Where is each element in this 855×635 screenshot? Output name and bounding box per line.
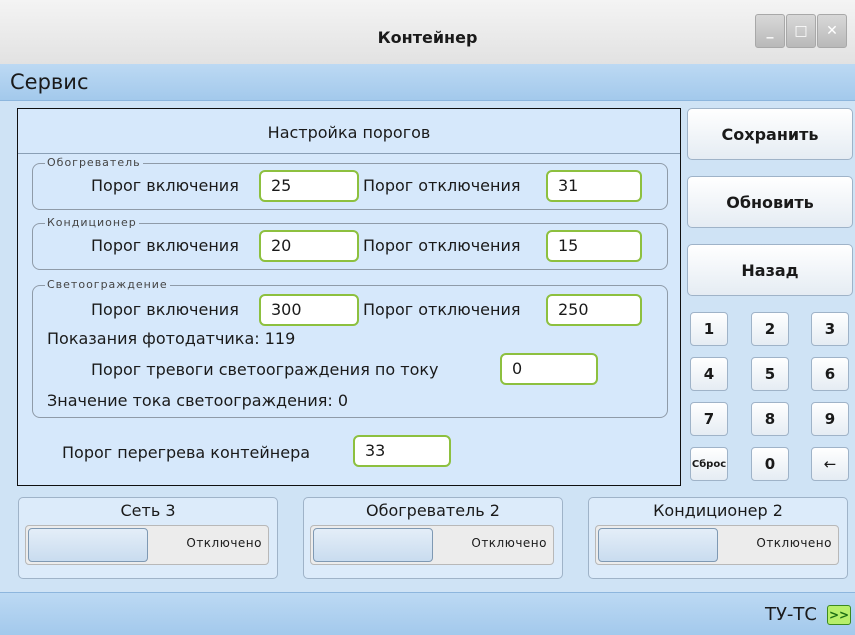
- save-button[interactable]: Сохранить: [687, 108, 853, 160]
- keypad-backspace[interactable]: ←: [811, 447, 849, 481]
- bottom-bar: ТУ-ТС >>: [0, 592, 855, 635]
- conditioner-off-label: Порог отключения: [363, 236, 521, 255]
- status-conditioner-state: Отключено: [756, 536, 832, 550]
- status-heater-label: Обогреватель 2: [366, 501, 500, 520]
- heater-on-input[interactable]: 25: [259, 170, 359, 202]
- heater-off-input[interactable]: 31: [546, 170, 642, 202]
- heater-off-label: Порог отключения: [363, 176, 521, 195]
- status-network-label: Сеть 3: [120, 501, 176, 520]
- tu-tc-label: ТУ-ТС: [764, 604, 817, 625]
- lighting-current-value: Значение тока светоограждения: 0: [47, 391, 349, 410]
- keypad-7[interactable]: 7: [690, 402, 728, 436]
- refresh-button[interactable]: Обновить: [687, 176, 853, 228]
- lighting-on-label: Порог включения: [91, 300, 239, 319]
- window-controls: _ □ ✕: [754, 14, 847, 48]
- keypad-1[interactable]: 1: [690, 312, 728, 346]
- status-conditioner-panel: Отключено: [595, 525, 839, 565]
- status-heater-state: Отключено: [471, 536, 547, 550]
- keypad-9[interactable]: 9: [811, 402, 849, 436]
- status-conditioner: Кондиционер 2 Отключено: [588, 497, 848, 579]
- heater-group-label: Обогреватель: [45, 156, 143, 170]
- keypad-8[interactable]: 8: [751, 402, 789, 436]
- back-button[interactable]: Назад: [687, 244, 853, 296]
- heater-on-label: Порог включения: [91, 176, 239, 195]
- status-network-state: Отключено: [186, 536, 262, 550]
- lighting-on-input[interactable]: 300: [259, 294, 359, 326]
- forward-arrow-icon[interactable]: >>: [827, 605, 851, 625]
- status-heater-indicator[interactable]: [313, 528, 433, 562]
- status-network: Сеть 3 Отключено: [18, 497, 278, 579]
- minimize-button[interactable]: _: [755, 14, 785, 48]
- thresholds-panel: Настройка порогов Обогреватель Порог вкл…: [17, 108, 681, 486]
- status-network-panel: Отключено: [25, 525, 269, 565]
- lighting-alarm-input[interactable]: 0: [500, 353, 598, 385]
- status-heater-panel: Отключено: [310, 525, 554, 565]
- maximize-button[interactable]: □: [786, 14, 816, 48]
- lighting-group-label: Светоограждение: [45, 278, 170, 292]
- overheat-input[interactable]: 33: [353, 435, 451, 467]
- lighting-off-label: Порог отключения: [363, 300, 521, 319]
- keypad-reset[interactable]: Сброс: [690, 447, 728, 481]
- window-title: Контейнер: [377, 28, 478, 47]
- conditioner-on-input[interactable]: 20: [259, 230, 359, 262]
- keypad-2[interactable]: 2: [751, 312, 789, 346]
- photo-sensor-reading: Показания фотодатчика: 119: [47, 329, 296, 348]
- lighting-alarm-label: Порог тревоги светоограждения по току: [91, 360, 439, 379]
- overheat-label: Порог перегрева контейнера: [62, 443, 311, 462]
- lighting-group: Светоограждение Порог включения 300 Поро…: [32, 278, 668, 418]
- keypad-0[interactable]: 0: [751, 447, 789, 481]
- menu-service[interactable]: Сервис: [10, 70, 88, 94]
- title-bar: Контейнер _ □ ✕: [0, 0, 855, 65]
- panel-divider: [18, 153, 680, 154]
- conditioner-on-label: Порог включения: [91, 236, 239, 255]
- status-conditioner-indicator[interactable]: [598, 528, 718, 562]
- panel-title: Настройка порогов: [267, 123, 431, 142]
- status-network-indicator[interactable]: [28, 528, 148, 562]
- keypad-4[interactable]: 4: [690, 357, 728, 391]
- status-heater: Обогреватель 2 Отключено: [303, 497, 563, 579]
- menu-bar: Сервис: [0, 64, 855, 101]
- status-conditioner-label: Кондиционер 2: [653, 501, 783, 520]
- conditioner-group: Кондиционер Порог включения 20 Порог отк…: [32, 216, 668, 270]
- conditioner-off-input[interactable]: 15: [546, 230, 642, 262]
- lighting-off-input[interactable]: 250: [546, 294, 642, 326]
- keypad-3[interactable]: 3: [811, 312, 849, 346]
- keypad-5[interactable]: 5: [751, 357, 789, 391]
- close-button[interactable]: ✕: [817, 14, 847, 48]
- keypad-6[interactable]: 6: [811, 357, 849, 391]
- heater-group: Обогреватель Порог включения 25 Порог от…: [32, 156, 668, 210]
- conditioner-group-label: Кондиционер: [45, 216, 139, 230]
